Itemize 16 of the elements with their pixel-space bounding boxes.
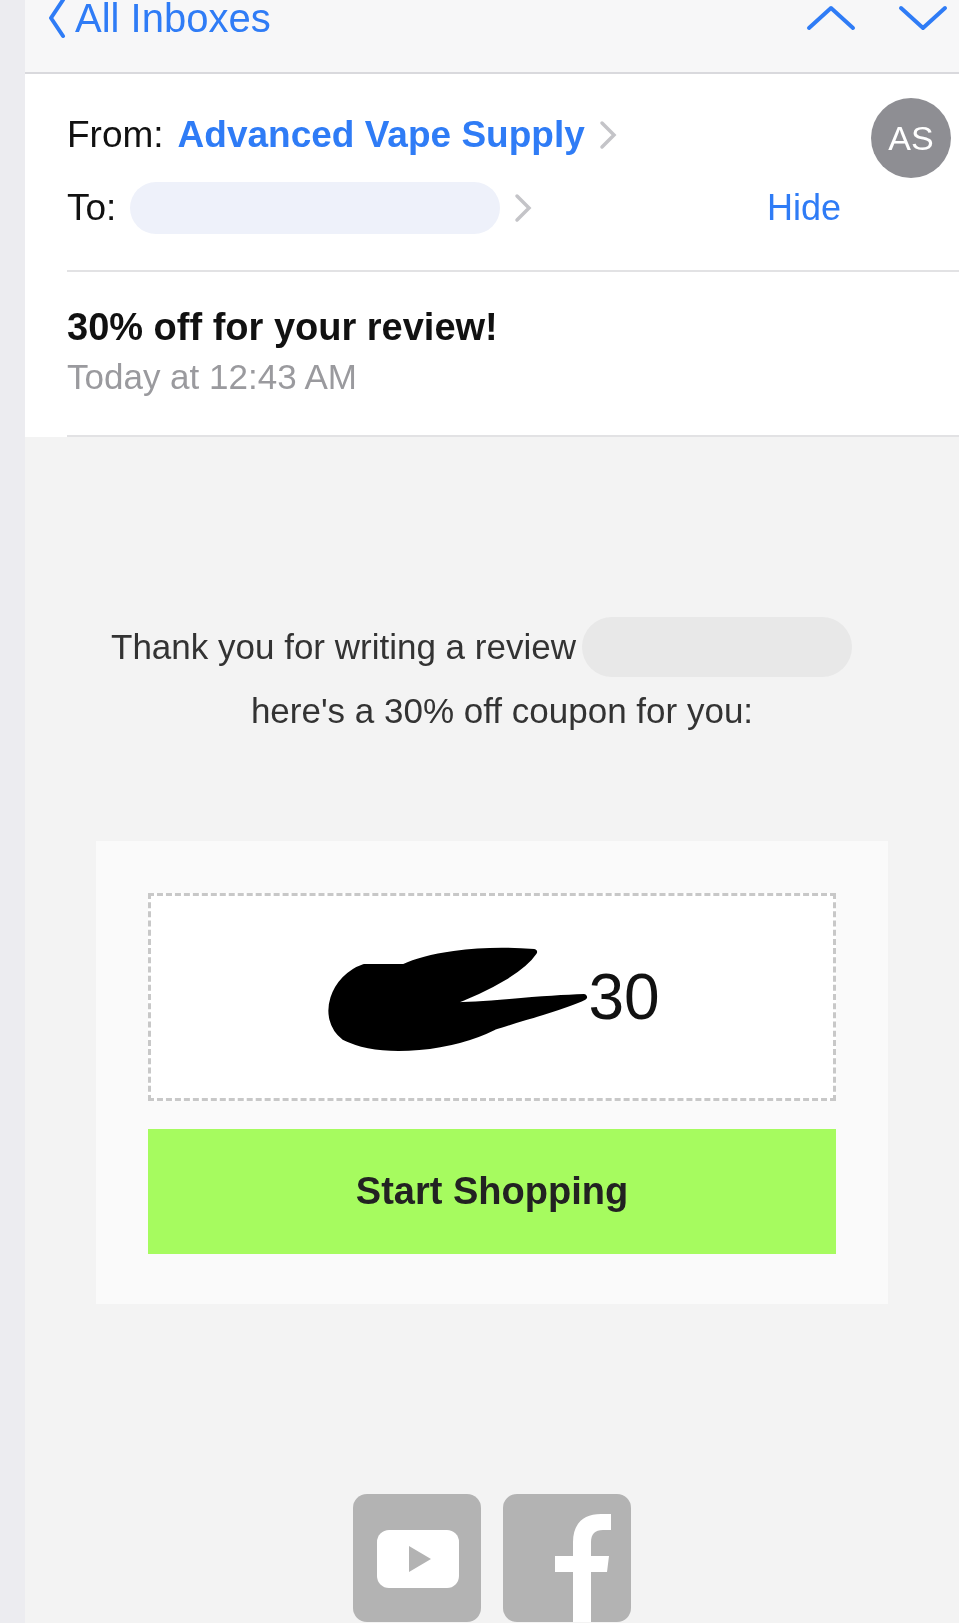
back-link[interactable]: All Inboxes [45,0,271,41]
chevron-icon [598,120,617,150]
avatar: AS [871,98,951,178]
sender-link[interactable]: Advanced Vape Supply [177,114,585,156]
message-subject: 30% off for your review! [67,306,499,349]
from-label: From: [67,114,164,156]
to-label: To: [67,187,117,229]
body-text: here's a 30% off coupon for you: [250,691,754,731]
facebook-icon[interactable] [503,1494,631,1622]
play-icon[interactable] [353,1494,481,1622]
coupon-code: 30 [588,960,660,1034]
chevron-icon [514,193,533,223]
body-text: Thank you for writing a review [111,627,576,667]
message-date: Today at 12:43 AM [67,357,358,397]
hide-link[interactable]: Hide [766,187,841,229]
start-shopping-button[interactable]: Start Shopping [148,1129,836,1254]
